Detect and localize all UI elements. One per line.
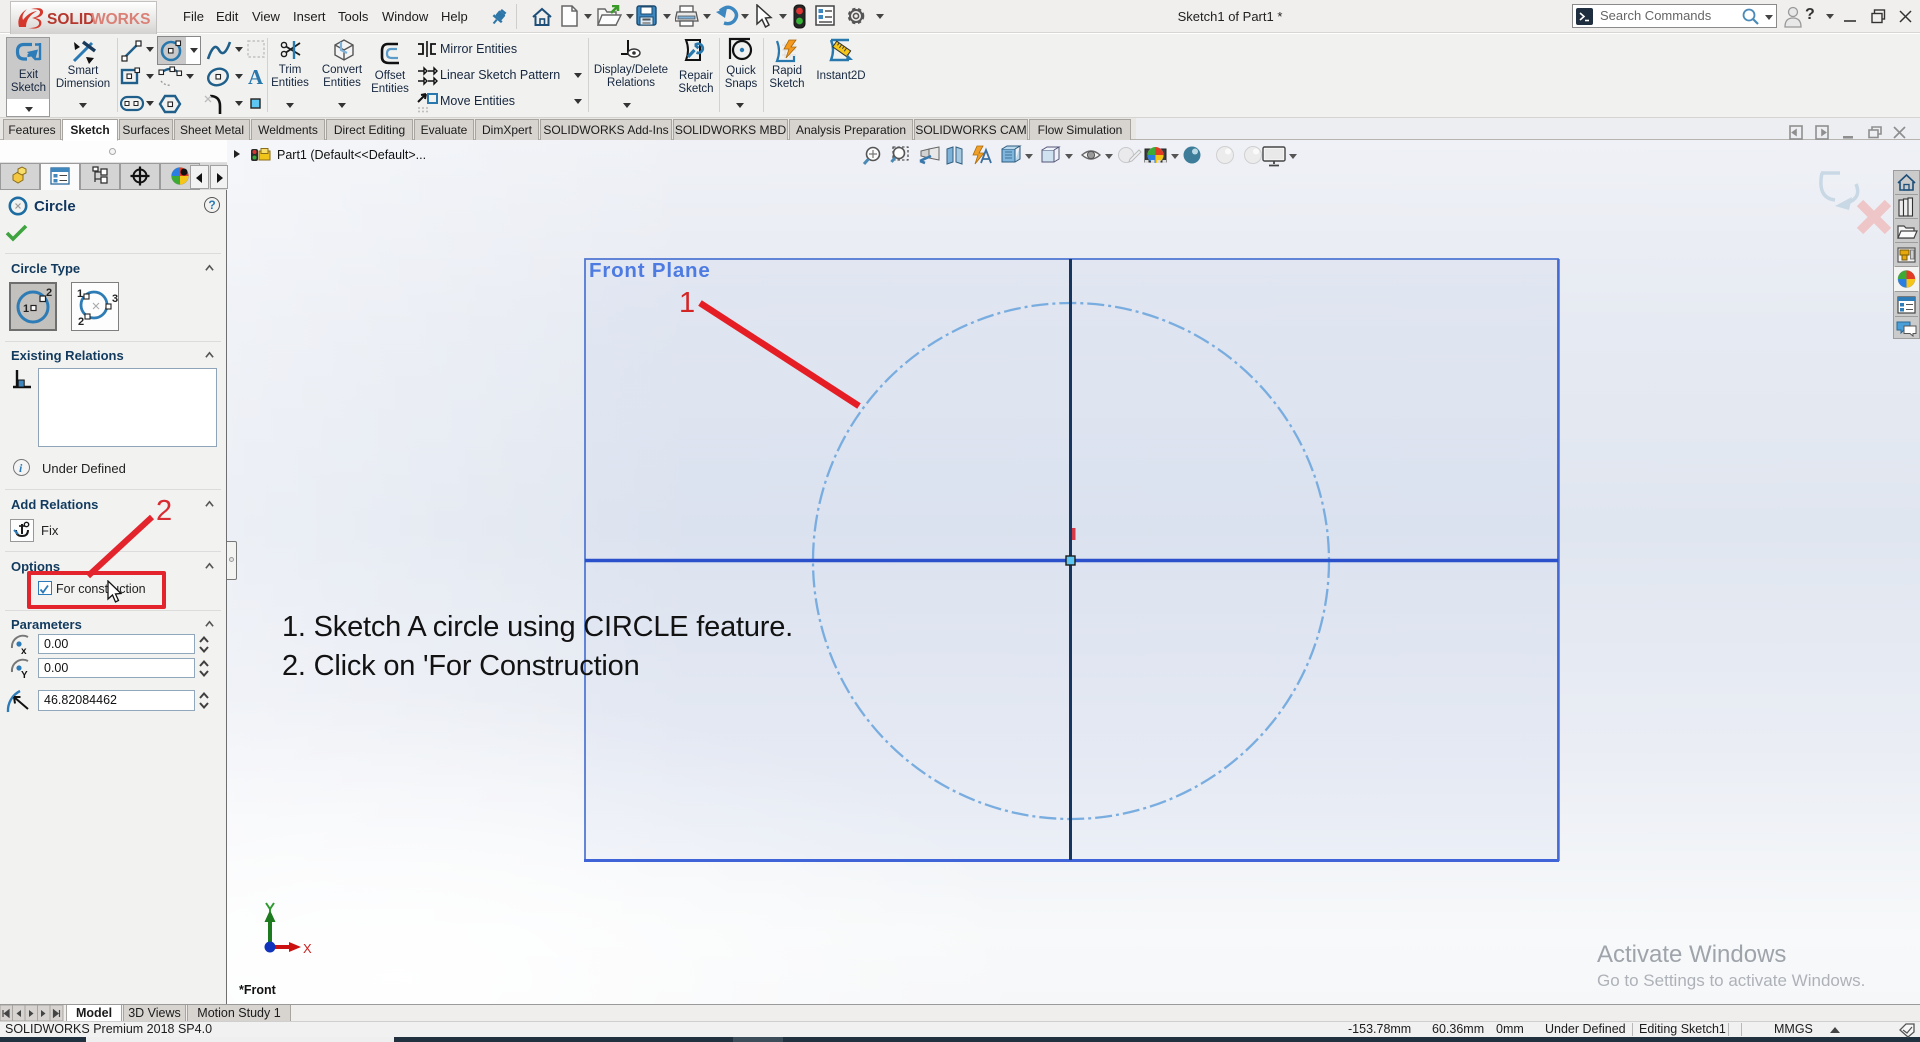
svg-text:2: 2 [46,287,52,299]
svg-text:1: 1 [23,303,29,315]
svg-text:SOLID: SOLID [47,11,94,28]
svg-text:2: 2 [78,316,84,328]
svg-text:X: X [303,941,312,956]
svg-text:3: 3 [112,293,118,305]
svg-text:x: x [21,646,27,656]
svg-text:WORKS: WORKS [91,11,150,28]
svg-text:1: 1 [77,288,83,300]
svg-text:Y: Y [21,670,28,680]
